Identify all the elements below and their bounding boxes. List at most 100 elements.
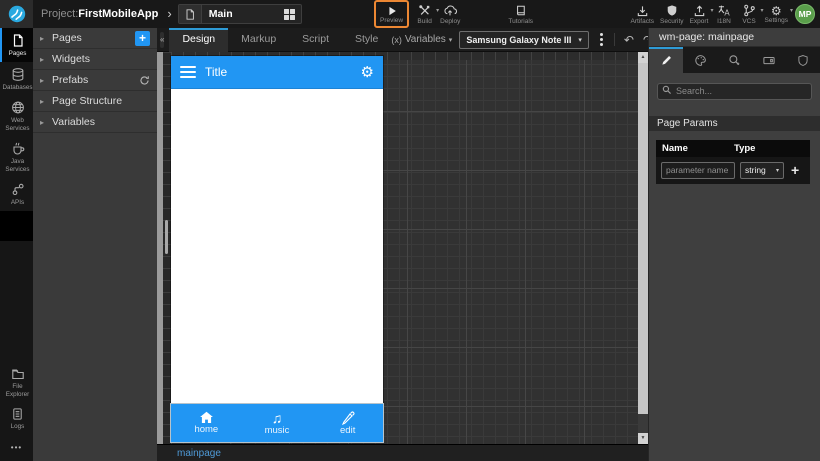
tab-script[interactable]: Script xyxy=(289,28,342,52)
phone-page-content[interactable] xyxy=(171,89,383,404)
magnifier-gear-icon xyxy=(729,54,740,65)
canvas-toolbar: Design Markup Script Style (x) Variables… xyxy=(157,27,688,52)
build-tools-icon xyxy=(419,5,430,15)
tab-design[interactable]: Design xyxy=(169,27,229,52)
display-icon xyxy=(763,56,775,64)
variables-dropdown[interactable]: (x) Variables xyxy=(391,34,452,45)
explorer-section-page-structure[interactable]: Page Structure xyxy=(33,91,157,112)
param-row: string xyxy=(656,156,810,184)
tab-style[interactable]: Style xyxy=(342,28,391,52)
add-page-button[interactable] xyxy=(135,30,150,46)
tab-properties[interactable] xyxy=(649,47,684,73)
vcs-branch-icon xyxy=(743,4,755,17)
add-param-button[interactable] xyxy=(791,163,799,177)
tab-inspect[interactable] xyxy=(717,47,751,73)
explorer-section-pages[interactable]: Pages xyxy=(33,28,157,49)
pencil-icon xyxy=(661,55,671,65)
open-page-tab-mainpage[interactable]: mainpage xyxy=(177,448,221,459)
tab-device[interactable] xyxy=(752,47,786,73)
preview-button[interactable]: Preview xyxy=(374,0,410,28)
search-input[interactable] xyxy=(657,82,812,100)
nav-item-home[interactable]: home xyxy=(171,404,242,442)
hamburger-menu-icon[interactable] xyxy=(180,66,196,78)
build-button[interactable]: Build xyxy=(412,0,437,28)
svg-text:A: A xyxy=(724,8,730,17)
page-grid-icon[interactable] xyxy=(283,8,295,20)
rail-item-databases[interactable]: Databases xyxy=(0,62,33,96)
rail-item-file-explorer[interactable]: File Explorer xyxy=(0,362,33,402)
i18n-translate-icon: A xyxy=(718,5,730,17)
page-selector[interactable]: Main xyxy=(177,4,302,24)
export-button[interactable]: Export xyxy=(687,0,712,28)
apis-connector-icon xyxy=(12,184,24,196)
edit-pencil-icon xyxy=(341,411,355,425)
wavemaker-logo[interactable] xyxy=(0,0,33,28)
gear-icon xyxy=(771,5,782,17)
project-name: FirstMobileApp xyxy=(78,8,159,20)
rail-item-logs[interactable]: Logs xyxy=(0,402,33,435)
chevron-down-icon xyxy=(776,167,779,174)
project-breadcrumb: Project:FirstMobileApp xyxy=(41,8,158,20)
artifacts-button[interactable]: Artifacts xyxy=(628,0,657,28)
i18n-button[interactable]: A I18N xyxy=(712,0,737,28)
home-icon xyxy=(199,412,213,424)
device-selector[interactable]: Samsung Galaxy Note III xyxy=(459,30,589,49)
tutorials-button[interactable]: Tutorials xyxy=(505,0,536,28)
expand-arrow-icon xyxy=(40,118,44,127)
vcs-button[interactable]: VCS xyxy=(737,0,762,28)
rail-item-web-services[interactable]: Web Services xyxy=(0,95,33,136)
refresh-icon[interactable] xyxy=(139,75,150,86)
security-button[interactable]: Security xyxy=(657,0,686,28)
scroll-down-arrow[interactable] xyxy=(638,433,648,444)
tab-markup[interactable]: Markup xyxy=(228,28,289,52)
param-type-select[interactable]: string xyxy=(740,161,784,179)
scrollbar-thumb[interactable] xyxy=(638,63,648,414)
nav-item-edit[interactable]: edit xyxy=(312,404,383,442)
expand-arrow-icon xyxy=(40,97,44,106)
param-name-input[interactable] xyxy=(661,161,735,179)
canvas-vertical-scrollbar[interactable] xyxy=(638,52,648,444)
collapse-left-panel-button[interactable] xyxy=(160,31,165,48)
logs-document-icon xyxy=(13,408,22,421)
undo-button[interactable] xyxy=(624,34,634,46)
avatar-initials: MP xyxy=(798,9,812,19)
nav-item-music[interactable]: music xyxy=(242,404,313,442)
explorer-section-variables[interactable]: Variables xyxy=(33,112,157,133)
chevron-down-icon xyxy=(790,7,793,14)
export-upload-icon xyxy=(694,5,704,17)
page-icon xyxy=(178,5,202,23)
web-services-globe-icon xyxy=(11,101,24,114)
device-name: Samsung Galaxy Note III xyxy=(466,34,572,45)
rail-item-java-services[interactable]: Java Services xyxy=(0,136,33,177)
more-options-kebab-icon[interactable] xyxy=(596,33,607,46)
phone-gear-icon[interactable] xyxy=(361,65,374,80)
tab-security[interactable] xyxy=(786,47,820,73)
explorer-section-widgets[interactable]: Widgets xyxy=(33,49,157,70)
tab-styles[interactable] xyxy=(683,47,717,73)
explorer-panel: Pages Widgets Prefabs Page Structure Var… xyxy=(33,28,157,461)
inspector-tabs xyxy=(649,47,820,73)
column-header-name: Name xyxy=(662,142,688,154)
artifacts-download-icon xyxy=(637,6,648,17)
rail-more-button[interactable] xyxy=(0,435,33,461)
inspector-header: wm-page: mainpage xyxy=(649,28,820,47)
expand-arrow-icon xyxy=(40,34,44,43)
expand-arrow-icon xyxy=(40,76,44,85)
rail-item-pages[interactable]: Pages xyxy=(0,28,33,62)
breadcrumb-chevron-icon xyxy=(167,6,171,21)
deploy-button[interactable]: Deploy xyxy=(437,0,463,28)
scroll-up-arrow[interactable] xyxy=(638,52,648,63)
security-shield-icon xyxy=(667,5,677,16)
user-avatar[interactable]: MP xyxy=(795,4,815,24)
canvas-area: Design Markup Script Style (x) Variables… xyxy=(157,27,688,461)
phone-titlebar[interactable]: Title xyxy=(171,56,383,89)
rail-item-apis[interactable]: APIs xyxy=(0,177,33,211)
phone-preview: Title home music xyxy=(170,56,384,443)
settings-button[interactable]: Settings xyxy=(762,0,792,28)
inspector-search xyxy=(657,81,812,100)
ruler-scroll-thumb[interactable] xyxy=(165,220,168,254)
explorer-section-prefabs[interactable]: Prefabs xyxy=(33,70,157,91)
selected-type: string xyxy=(745,165,766,175)
page-params-table: Name Type string xyxy=(656,139,810,184)
column-header-type: Type xyxy=(734,142,756,154)
